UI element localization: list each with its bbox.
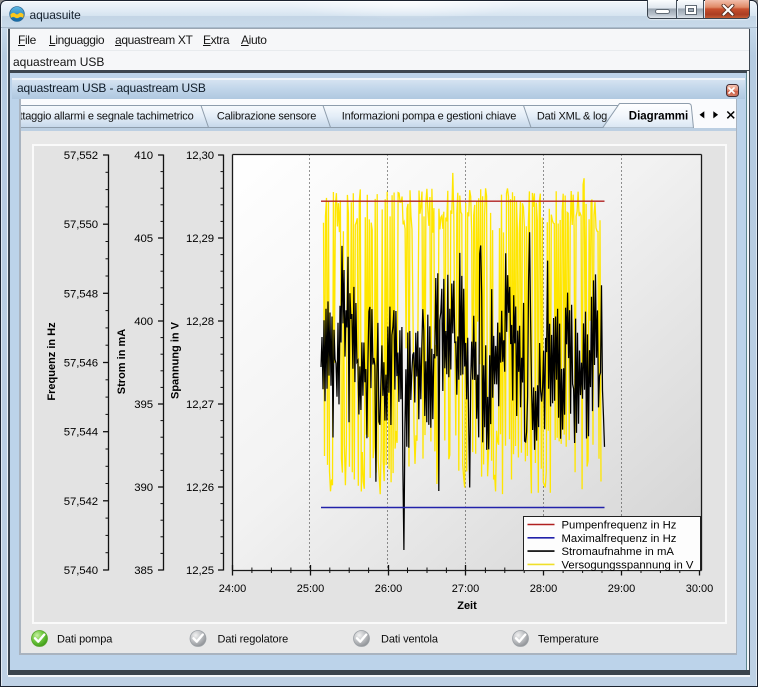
svg-text:400: 400	[134, 316, 153, 328]
svg-text:57,550: 57,550	[63, 219, 97, 231]
svg-text:12,29: 12,29	[185, 233, 213, 245]
svg-text:Maximalfrequenz in Hz: Maximalfrequenz in Hz	[561, 532, 676, 544]
svg-text:Zeit: Zeit	[457, 600, 477, 612]
svg-text:12,27: 12,27	[185, 399, 213, 411]
svg-text:27:00: 27:00	[451, 583, 479, 595]
svg-text:Versogungsspannung in V: Versogungsspannung in V	[561, 559, 693, 571]
svg-text:Temperature: Temperature	[538, 633, 599, 645]
svg-text:12,25: 12,25	[185, 565, 213, 577]
svg-text:57,542: 57,542	[63, 495, 97, 507]
svg-text:390: 390	[134, 482, 153, 494]
svg-text:410: 410	[134, 150, 153, 162]
svg-text:12,26: 12,26	[185, 482, 213, 494]
svg-text:ttaggio allarmi e segnale tach: ttaggio allarmi e segnale tachimetrico	[21, 111, 194, 123]
svg-text:Informazioni pompa e gestioni: Informazioni pompa e gestioni chiave	[341, 111, 515, 123]
svg-text:29:00: 29:00	[607, 583, 635, 595]
svg-text:Strom in mA: Strom in mA	[116, 328, 128, 393]
svg-text:26:00: 26:00	[374, 583, 402, 595]
svg-text:395: 395	[134, 399, 153, 411]
svg-text:Dati ventola: Dati ventola	[381, 633, 439, 645]
svg-text:57,544: 57,544	[63, 426, 97, 438]
svg-text:385: 385	[134, 565, 153, 577]
svg-text:Diagrammi: Diagrammi	[628, 111, 687, 123]
svg-text:57,548: 57,548	[63, 288, 97, 300]
svg-text:Calibrazione sensore: Calibrazione sensore	[216, 111, 315, 123]
svg-text:Frequenz in Hz: Frequenz in Hz	[46, 321, 58, 400]
svg-text:12,30: 12,30	[185, 150, 213, 162]
svg-text:24:00: 24:00	[218, 583, 246, 595]
svg-text:Dati regolatore: Dati regolatore	[217, 633, 288, 645]
svg-text:Stromaufnahme in mA: Stromaufnahme in mA	[561, 546, 674, 558]
svg-text:12,28: 12,28	[185, 316, 213, 328]
svg-text:57,546: 57,546	[63, 357, 97, 369]
svg-text:Pumpenfrequenz in Hz: Pumpenfrequenz in Hz	[561, 519, 676, 531]
svg-text:57,552: 57,552	[63, 150, 97, 162]
svg-text:Spannung in V: Spannung in V	[169, 321, 181, 399]
svg-text:25:00: 25:00	[296, 583, 324, 595]
svg-text:405: 405	[134, 233, 153, 245]
svg-text:57,540: 57,540	[63, 565, 97, 577]
svg-text:30:00: 30:00	[685, 583, 713, 595]
svg-text:28:00: 28:00	[529, 583, 557, 595]
svg-text:Dati pompa: Dati pompa	[57, 633, 113, 645]
svg-text:Dati XML & log: Dati XML & log	[536, 111, 606, 123]
